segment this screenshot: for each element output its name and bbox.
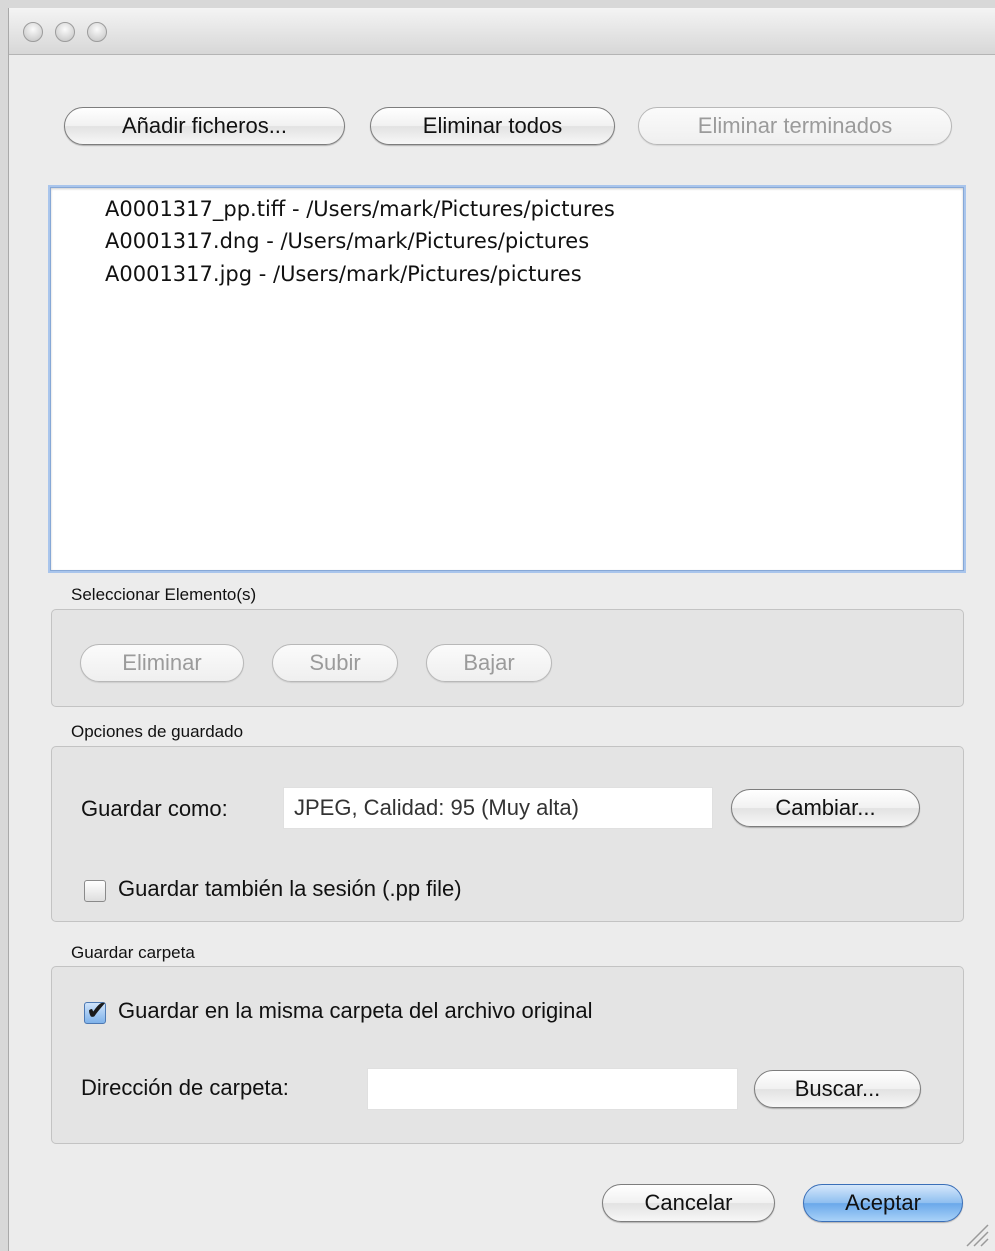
save-session-checkbox[interactable] — [84, 880, 106, 902]
save-folder-group-title: Guardar carpeta — [71, 943, 195, 962]
minimize-window-button[interactable] — [55, 22, 75, 42]
remove-finished-button[interactable]: Eliminar terminados — [638, 107, 952, 145]
folder-path-label: Dirección de carpeta: — [81, 1075, 289, 1100]
file-list-item[interactable]: A0001317.dng - /Users/mark/Pictures/pict… — [105, 229, 589, 253]
accept-button[interactable]: Aceptar — [803, 1184, 963, 1222]
save-options-group-title: Opciones de guardado — [71, 722, 244, 741]
save-as-label: Guardar como: — [81, 796, 228, 821]
same-folder-checkbox[interactable]: ✔ — [84, 995, 108, 1025]
zoom-window-button[interactable] — [87, 22, 107, 42]
change-format-button[interactable]: Cambiar... — [731, 789, 920, 827]
select-items-group: Eliminar Subir Bajar — [51, 609, 964, 707]
title-bar — [9, 8, 995, 55]
close-window-button[interactable] — [23, 22, 43, 42]
browse-folder-button[interactable]: Buscar... — [754, 1070, 921, 1108]
move-up-button[interactable]: Subir — [272, 644, 398, 682]
same-folder-label[interactable]: Guardar en la misma carpeta del archivo … — [118, 998, 592, 1024]
file-list-item[interactable]: A0001317_pp.tiff - /Users/mark/Pictures/… — [105, 197, 615, 221]
save-folder-group: ✔ Guardar en la misma carpeta del archiv… — [51, 966, 964, 1144]
save-options-group: Guardar como: JPEG, Calidad: 95 (Muy alt… — [51, 746, 964, 922]
folder-path-input[interactable] — [367, 1068, 738, 1110]
save-format-field: JPEG, Calidad: 95 (Muy alta) — [283, 787, 713, 829]
checkmark-icon: ✔ — [86, 995, 108, 1025]
file-list-item[interactable]: A0001317.jpg - /Users/mark/Pictures/pict… — [105, 262, 582, 286]
file-queue-list[interactable]: A0001317_pp.tiff - /Users/mark/Pictures/… — [50, 187, 964, 571]
remove-item-button[interactable]: Eliminar — [80, 644, 244, 682]
save-session-label[interactable]: Guardar también la sesión (.pp file) — [118, 876, 462, 902]
add-files-button[interactable]: Añadir ficheros... — [64, 107, 345, 145]
resize-grip-icon[interactable] — [963, 1221, 989, 1247]
queue-dialog-window: Añadir ficheros... Eliminar todos Elimin… — [8, 8, 995, 1251]
remove-all-button[interactable]: Eliminar todos — [370, 107, 615, 145]
cancel-button[interactable]: Cancelar — [602, 1184, 775, 1222]
select-items-group-title: Seleccionar Elemento(s) — [71, 585, 257, 604]
move-down-button[interactable]: Bajar — [426, 644, 552, 682]
